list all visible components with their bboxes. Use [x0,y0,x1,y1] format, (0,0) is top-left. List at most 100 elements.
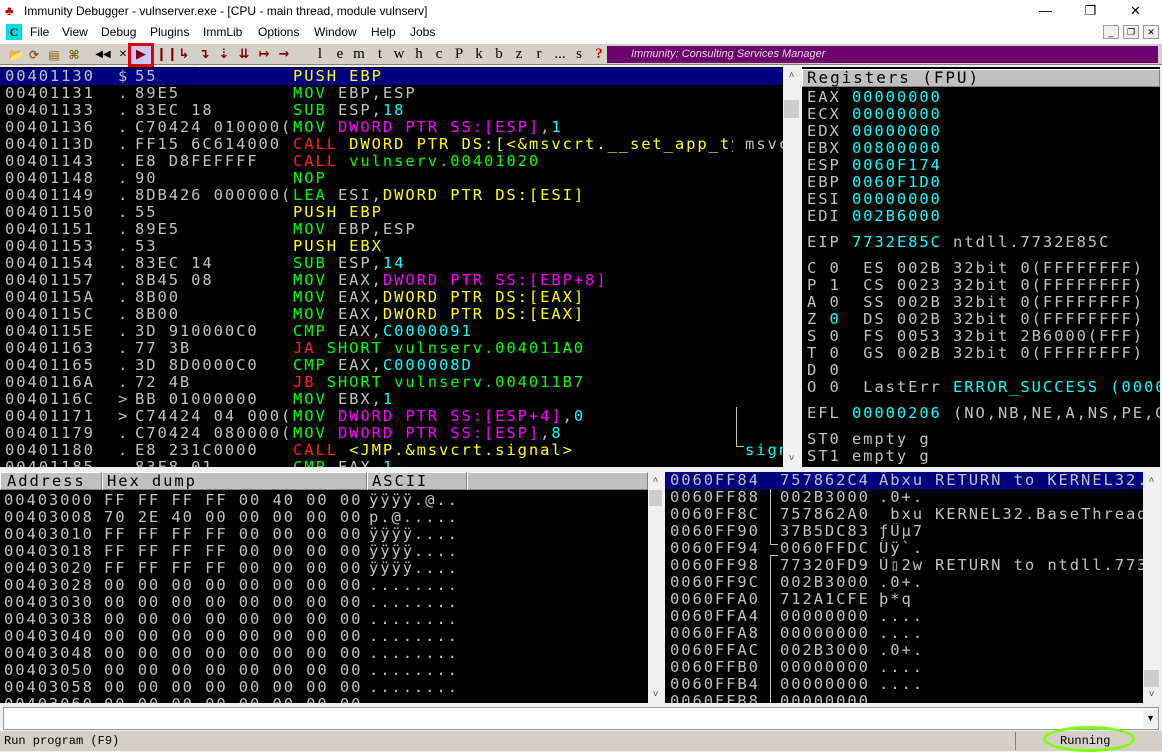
register-line[interactable]: C 0 ES 002B 32bit 0(FFFFFFFF) [807,260,1160,277]
toolbar-letter-h[interactable]: h [412,45,426,63]
memory-dump-pane[interactable]: Address Hex dump ASCII 00403000 FF FF FF … [0,472,648,703]
disasm-row[interactable]: 00401143. E8 D8FEFFFF CALL vulnserv.004010… [0,153,783,170]
layout-icon[interactable]: ⌘ [66,46,82,64]
toolbar-letter-w[interactable]: w [392,45,406,63]
minimize-button[interactable]: — [1023,0,1068,22]
stack-row[interactable]: 0060FF90 37B5DC83 ƒÜµ7 [665,523,1143,540]
menu-debug[interactable]: Debug [101,25,136,39]
trace-into-icon[interactable]: ⇣ [216,46,232,64]
menu-view[interactable]: View [62,25,88,39]
scroll-down-icon[interactable]: ˅ [783,450,800,467]
dump-row[interactable]: 00403018 FF FF FF FF 00 00 00 00 ÿÿÿÿ.... [0,543,648,560]
register-line[interactable]: T 0 GS 002B 32bit 0(FFFFFFFF) [807,345,1160,362]
disasm-row[interactable]: 00401179. C70424 080000(MOV DWORD PTR SS:… [0,425,783,442]
pause-icon[interactable]: ❙❙ [156,46,178,64]
toolbar-letter-k[interactable]: k [472,45,486,63]
disassembly-scrollbar[interactable]: ˄ ˅ [783,67,800,467]
stack-row[interactable]: 0060FF9C 002B3000 .0+. [665,574,1143,591]
go-to-icon[interactable]: → [276,46,292,64]
register-line[interactable]: ST1 empty g [807,448,1160,465]
disasm-row[interactable]: 00401165. 3D 8D0000C0 CMP EAX,C000008D [0,357,783,374]
command-dropdown-icon[interactable]: ▼ [1143,709,1158,728]
scroll-down-icon[interactable]: ˅ [1143,686,1160,703]
menu-immlib[interactable]: ImmLib [203,25,242,39]
dump-row[interactable]: 0040306000 00 00 00 00 00 00 00 [0,696,648,703]
stack-row[interactable]: 0060FFB4 00000000.... [665,676,1143,693]
disasm-row[interactable]: 0040116C > BB 01000000 MOV EBX,1 [0,391,783,408]
disasm-row[interactable]: 00401136. C70424 010000(MOV DWORD PTR SS:… [0,119,783,136]
disasm-row[interactable]: 0040115A. 8B00 MOV EAX,DWORD PTR DS:[EAX] [0,289,783,306]
dump-row[interactable]: 00403048 00 00 00 00 00 00 00 00........ [0,645,648,662]
disasm-row[interactable]: 00401133. 83EC 18 SUB ESP,18 [0,102,783,119]
command-input[interactable] [3,707,1159,730]
register-line[interactable]: ST0 empty g [807,431,1160,448]
maximize-button[interactable]: ❐ [1068,0,1113,22]
register-line[interactable]: ESP 0060F174 [807,157,1160,174]
register-line[interactable]: EDX 00000000 [807,123,1160,140]
stack-scrollbar[interactable]: ˄ ˅ [1143,472,1160,703]
menu-file[interactable]: File [30,25,49,39]
disasm-row[interactable]: 00401130 $55 PUSH EBP [0,68,783,85]
dump-row[interactable]: 00403030 00 00 00 00 00 00 00 00........ [0,594,648,611]
stack-row[interactable]: 0060FF8C 757862A0 bxu KERNEL32.BaseThread [665,506,1143,523]
disassembly-pane[interactable]: 00401130 $55 PUSH EBP 00401131. 89E5 MOV EBP,… [0,67,783,467]
disasm-row[interactable]: 00401180. E8 231C0000 CALL <JMP.&msvcrt.si… [0,442,783,459]
disasm-row[interactable]: 0040115C. 8B00 MOV EAX,DWORD PTR DS:[EAX] [0,306,783,323]
register-line[interactable]: EBP 0060F1D0 [807,174,1160,191]
register-line[interactable]: ST2 empty g [807,465,1160,468]
disasm-row[interactable]: 0040116A. 72 4B JB SHORT vulnserv.004011B7 [0,374,783,391]
rewind-icon[interactable]: ◀◀ [94,46,112,64]
menu-window[interactable]: Window [314,25,357,39]
register-line[interactable]: EDI 002B6000 [807,208,1160,225]
scroll-thumb[interactable] [649,490,662,506]
cpu-window-icon[interactable]: C [6,24,22,40]
registers-header[interactable]: Registers (FPU) [802,69,1160,87]
menu-jobs[interactable]: Jobs [410,25,435,39]
disasm-row[interactable]: 00401171 > C74424 04 000(MOV DWORD PTR SS:… [0,408,783,425]
dump-row[interactable]: 00403008 70 2E 40 00 00 00 00 00 p.@..... [0,509,648,526]
stack-row[interactable]: 0060FFB0 00000000.... [665,659,1143,676]
stack-row[interactable]: 0060FFA8 00000000.... [665,625,1143,642]
registers-pane[interactable]: Registers (FPU) EAX 00000000 ECX 00000000… [802,67,1160,467]
register-line[interactable]: ESI 00000000 [807,191,1160,208]
run-icon[interactable]: ▶ [128,43,154,67]
dump-header-ascii[interactable]: ASCII [367,472,467,490]
stack-pane[interactable]: 0060FF84 757862C4 Äbxu RETURN to KERNEL32. 0… [665,472,1143,703]
dump-row[interactable]: 00403020 FF FF FF FF 00 00 00 00 ÿÿÿÿ.... [0,560,648,577]
dump-row[interactable]: 00403038 00 00 00 00 00 00 00 00........ [0,611,648,628]
disasm-row[interactable]: 00401151. 89E5 MOV EBP,ESP [0,221,783,238]
stack-row[interactable]: 0060FF88 002B3000 .0+. [665,489,1143,506]
disasm-row[interactable]: 00401153. 53 PUSH EBX [0,238,783,255]
dump-header-hex[interactable]: Hex dump [102,472,367,490]
close-button[interactable]: ✕ [1113,0,1158,22]
toolbar-letter-t[interactable]: t [373,45,387,63]
toolbar-letter-p[interactable]: P [452,45,466,63]
toolbar-letter-l[interactable]: l [313,45,327,63]
dump-row[interactable]: 00403058 00 00 00 00 00 00 00 00........ [0,679,648,696]
disasm-row[interactable]: 00401157. 8B45 08 MOV EAX,DWORD PTR SS:[EB… [0,272,783,289]
stack-row[interactable]: 0060FFA0 712A1CFE þ*q [665,591,1143,608]
mdi-close-button[interactable]: ✕ [1143,25,1159,39]
register-line[interactable]: ECX 00000000 [807,106,1160,123]
dump-row[interactable]: 00403050 00 00 00 00 00 00 00 00........ [0,662,648,679]
register-line[interactable]: EAX 00000000 [807,89,1160,106]
restart-icon[interactable]: ⟳ [26,46,42,64]
disasm-row[interactable]: 00401154. 83EC 14 SUB ESP,14 [0,255,783,272]
toolbar-letter-help[interactable]: ? [592,45,606,63]
dump-row[interactable]: 00403000 FF FF FF FF 00 40 00 00 ÿÿÿÿ.@.. [0,492,648,509]
register-line[interactable]: S 0 FS 0053 32bit 2B6000(FFF) [807,328,1160,345]
register-line[interactable]: EFL 00000206 (NO,NB,NE,A,NS,PE,G [807,405,1160,422]
step-over-icon[interactable]: ↴ [196,46,212,64]
toolbar-letter-z[interactable]: z [512,45,526,63]
toolbar-letter-e[interactable]: e [333,45,347,63]
close-program-icon[interactable]: ▤ [46,46,62,64]
disasm-row[interactable]: 00401131. 89E5 MOV EBP,ESP [0,85,783,102]
disasm-row[interactable]: 0040115E. 3D 910000C0 CMP EAX,C0000091 [0,323,783,340]
toolbar-letter-r[interactable]: r [532,45,546,63]
stack-row[interactable]: 0060FFB8 00000000 [665,693,1143,703]
register-line[interactable]: EBX 00800000 [807,140,1160,157]
dump-row[interactable]: 00403010 FF FF FF FF 00 00 00 00 ÿÿÿÿ.... [0,526,648,543]
disasm-row[interactable]: 00401163. 77 3B JA SHORT vulnserv.004011A0 [0,340,783,357]
scroll-thumb[interactable] [1144,670,1159,687]
menu-options[interactable]: Options [258,25,299,39]
